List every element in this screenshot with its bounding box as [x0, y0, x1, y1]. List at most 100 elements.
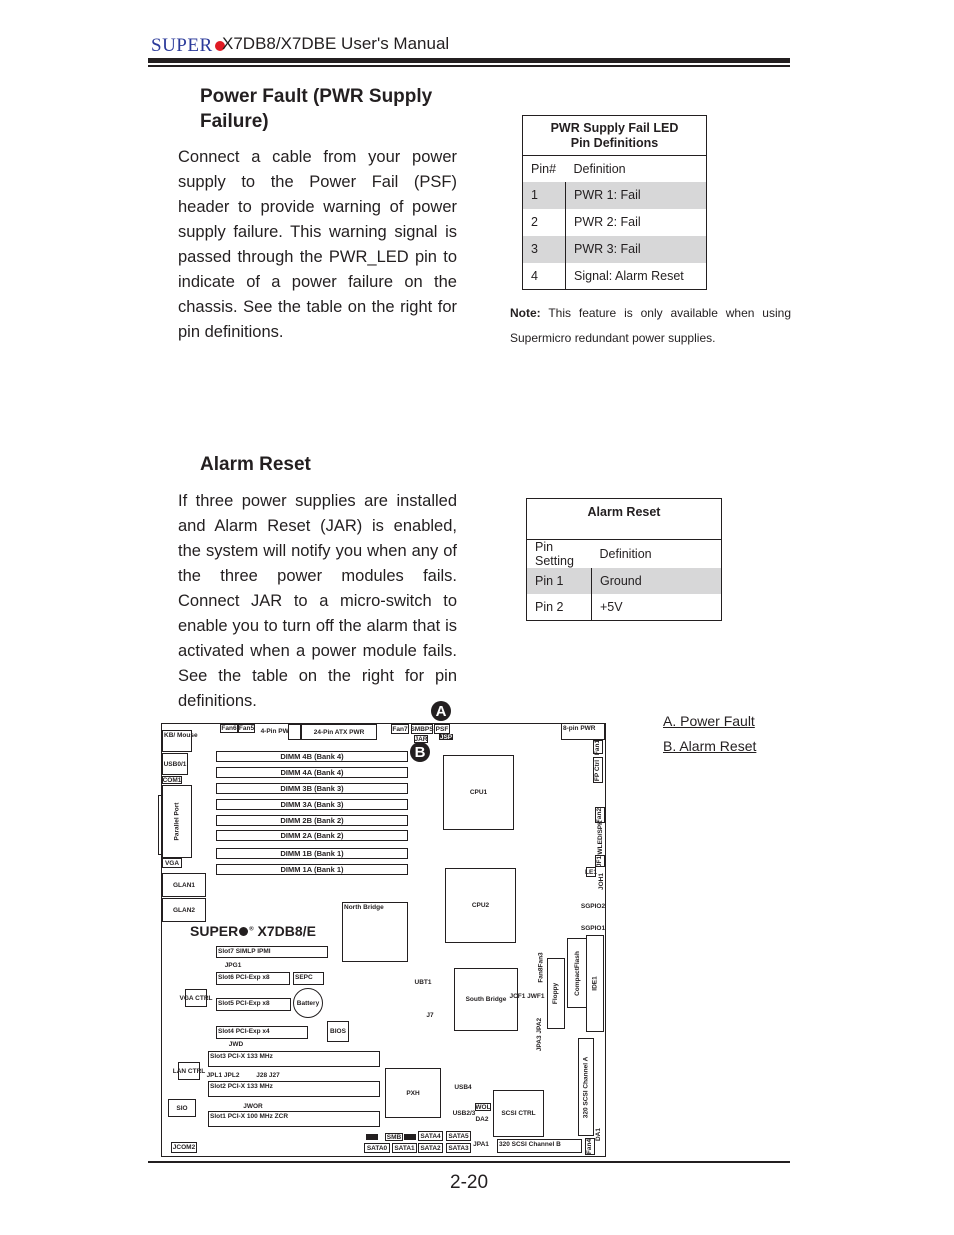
legend-alarm-reset-link[interactable]: B. Alarm Reset [663, 738, 756, 754]
component-joh1: JOH1 [597, 872, 605, 890]
component-fpctrl: FP Ctrl [593, 757, 603, 783]
power-fault-heading: Power Fault (PWR Supply Failure) [200, 86, 433, 132]
component-sgpio1: SGPIO1 [580, 924, 606, 932]
table-row: Pin 1 Ground [526, 568, 722, 594]
footer-rule [148, 1161, 790, 1163]
component-slot7: Slot7 SIMLP IPMI [216, 946, 328, 958]
component-com1: COM1 [162, 776, 182, 784]
component-floppy: Floppy [547, 958, 565, 1029]
jumper-block [404, 1134, 416, 1140]
component-pxh: PXH [385, 1068, 441, 1118]
component-sata5: SATA5 [446, 1131, 471, 1141]
component-fan7: Fan7 [391, 724, 409, 734]
component-da2: DA2 [475, 1115, 489, 1123]
component-battery: Battery [293, 988, 323, 1018]
component-smbps: SMBPS [410, 724, 434, 734]
component-fan5: Fan5 [238, 724, 255, 733]
component-scsictrl: SCSI CTRL [493, 1090, 544, 1137]
col-header: Definition [573, 161, 626, 176]
component-dimm3b: DIMM 3B (Bank 3) [216, 783, 408, 794]
component-fan1: Fan1 [593, 739, 603, 755]
legend-power-fault-link[interactable]: A. Power Fault [663, 713, 755, 729]
component-dimm1a: DIMM 1A (Bank 1) [216, 864, 408, 875]
table-title: PWR Supply Fail LED Pin Definitions [522, 115, 707, 156]
component-vgactrl: VGA CTRL [180, 989, 213, 1007]
component-smb: SMB [385, 1133, 403, 1141]
component-sata3: SATA3 [446, 1143, 471, 1153]
component-psf: PSF [434, 724, 450, 734]
jumper-block [366, 1134, 378, 1140]
component-scsib: 320 SCSI Channel B [497, 1139, 582, 1153]
component-vga: VGA [162, 858, 182, 868]
component-jpg1: JPG1 [224, 961, 242, 969]
component-jcf: JCF1 JWF1 [509, 992, 545, 1000]
component-glan2: GLAN2 [162, 898, 206, 922]
component-cpu2: CPU2 [445, 868, 516, 943]
component-pwr4 [288, 724, 301, 740]
component-pwr4_label: 4-Pin PWR [260, 728, 294, 735]
col-header: Pin Setting [535, 540, 574, 568]
component-slot5: Slot5 PCI-Exp x8 [216, 998, 291, 1011]
component-sio: SIO [168, 1099, 196, 1117]
component-slot4: Slot4 PCI-Exp x4 [216, 1026, 308, 1039]
component-slot3: Slot3 PCI-X 133 MHz [208, 1051, 380, 1067]
component-dimm4b: DIMM 4B (Bank 4) [216, 751, 408, 762]
component-jf1: JF1 [595, 855, 605, 867]
component-j2827: J28 J27 [256, 1071, 280, 1079]
component-bios: BIOS [327, 1021, 349, 1042]
component-dimm2a: DIMM 2A (Bank 2) [216, 830, 408, 841]
component-kb: KB/ Mouse [162, 730, 198, 752]
component-sgpio2: SGPIO2 [580, 902, 606, 910]
component-jpl: JPL1 JPL2 [206, 1071, 240, 1079]
component-sata4: SATA4 [418, 1131, 443, 1141]
supermicro-logo: SUPER [151, 35, 225, 57]
component-cf: CompactFlash [567, 938, 587, 1008]
power-fault-body: Connect a cable from your power supply t… [178, 148, 457, 341]
alarm-reset-body: If three power supplies are installed an… [178, 492, 457, 710]
table-row: 3 PWR 3: Fail [522, 235, 707, 263]
component-da1: DA1 [594, 1127, 602, 1141]
component-fan6: Fan6 [220, 724, 238, 733]
table-row: 1 PWR 1: Fail [522, 181, 707, 209]
component-southbridge: South Bridge [454, 968, 518, 1031]
component-slot2: Slot2 PCI-X 133 MHz [208, 1081, 380, 1097]
alarm-reset-heading: Alarm Reset [200, 454, 311, 475]
component-glan1: GLAN1 [162, 873, 206, 897]
component-jsp: JSP [439, 733, 453, 741]
page-number: 2-20 [450, 1172, 489, 1193]
table-title: Alarm Reset [526, 498, 722, 540]
component-sata2: SATA2 [418, 1143, 443, 1153]
header-rule-thin [148, 65, 790, 67]
table-row: 4 Signal: Alarm Reset [523, 262, 707, 290]
component-scsia: 320 SCSI Channel A [578, 1038, 594, 1136]
table-row: Pin 2 +5V [527, 594, 722, 620]
board-logo: SUPER ® X7DB8/E [190, 923, 316, 939]
alarm-reset-table: Alarm Reset Pin Setting Definition Pin 1G… [526, 498, 722, 621]
component-sata0: SATA0 [364, 1143, 390, 1153]
header-rule [148, 58, 790, 63]
component-jwor: JWOR [243, 1102, 263, 1110]
marker-a: A [431, 701, 451, 721]
component-sata1: SATA1 [392, 1143, 417, 1153]
col-header: Pin# [531, 161, 557, 176]
component-ubt1: UBT1 [414, 978, 432, 986]
component-dimm3a: DIMM 3A (Bank 3) [216, 799, 408, 810]
component-northbridge: North Bridge [342, 902, 408, 962]
pwr-fail-table: PWR Supply Fail LED Pin Definitions Pin# D… [522, 115, 707, 290]
component-lanctrl: LAN CTRL [173, 1062, 205, 1080]
component-j7: J7 [426, 1011, 434, 1019]
component-dimm4a: DIMM 4A (Bank 4) [216, 767, 408, 778]
component-jpa1: JPA1 [473, 1141, 489, 1148]
component-slot6: Slot6 PCI-Exp x8 [216, 972, 290, 985]
component-dimm2b: DIMM 2B (Bank 2) [216, 815, 408, 826]
component-jpa: JPA3 JPA2 [536, 1017, 544, 1051]
component-pwled: PWLED/SPK [596, 820, 604, 859]
component-jcom2: JCOM2 [171, 1142, 197, 1153]
manual-page: SUPER X7DB8/X7DBE User's Manual Power Fa… [0, 0, 954, 1235]
component-jwd: JWD [228, 1040, 244, 1048]
component-pwr8: 8-pin PWR [561, 723, 605, 740]
col-header: Definition [599, 547, 652, 561]
component-le1: LE1 [585, 867, 597, 877]
component-usb01: USB0/1 [162, 753, 188, 775]
component-parallel: Parallel Port [162, 785, 192, 858]
